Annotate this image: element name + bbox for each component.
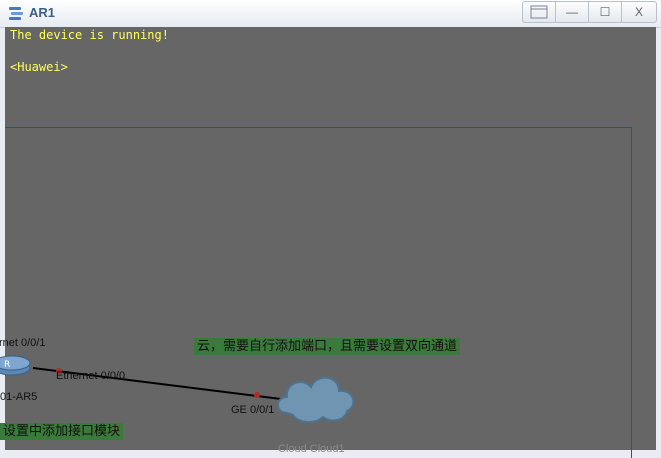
window-title: AR1 xyxy=(29,5,56,20)
console-output[interactable]: The device is running! <Huawei> R rnet 0… xyxy=(0,27,656,458)
restore-icon xyxy=(530,5,548,19)
maximize-button[interactable]: ☐ xyxy=(589,1,622,23)
minimize-button[interactable]: — xyxy=(556,1,589,23)
maximize-icon: ☐ xyxy=(599,5,611,19)
minimize-icon: — xyxy=(566,5,578,19)
title-bar: AR1 — ☐ X xyxy=(0,0,661,28)
annotation-note: 云，需要自行添加端口，且需要设置双向通道 xyxy=(194,338,461,355)
annotation-note: 设置中添加接口模块 xyxy=(0,423,124,440)
app-icon xyxy=(9,7,23,20)
svg-text:R: R xyxy=(4,360,10,370)
cloud-name-label: Cloud Cloud1 xyxy=(278,443,345,455)
router-name-label: 01-AR5 xyxy=(0,391,38,403)
close-button[interactable]: X xyxy=(622,1,657,23)
router-icon: R xyxy=(0,355,31,376)
close-icon: X xyxy=(634,5,643,19)
restore-button[interactable] xyxy=(522,1,556,23)
window-controls: — ☐ X xyxy=(522,1,657,23)
router-ethernet-label: Ethernet 0/0/0 xyxy=(56,370,126,382)
cloud-icon xyxy=(277,376,355,423)
router-port-label: rnet 0/0/1 xyxy=(0,337,46,349)
cloud-port-label: GE 0/0/1 xyxy=(231,404,275,416)
